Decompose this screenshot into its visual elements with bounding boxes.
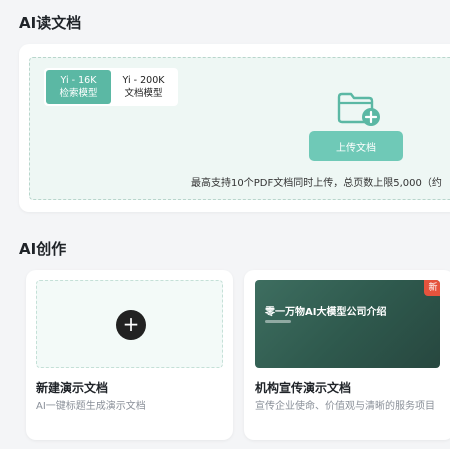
card-desc: 宣传企业使命、价值观与清晰的服务项目: [255, 401, 435, 412]
new-presentation-thumb: +: [36, 280, 223, 368]
org-promo-card[interactable]: 零一万物AI大模型公司介绍 新 机构宣传演示文档 宣传企业使命、价值观与清晰的服…: [244, 270, 450, 440]
model-name: Yi - 200K: [122, 75, 165, 86]
card-desc: AI一键标题生成演示文档: [36, 401, 146, 412]
model-switch: Yi - 16K 检索模型 Yi - 200K 文档模型: [44, 68, 178, 106]
model-desc: 文档模型: [124, 88, 163, 99]
upload-button[interactable]: 上传文档: [309, 131, 403, 161]
model-desc: 检索模型: [59, 88, 98, 99]
thumb-subtitle-line: [265, 320, 291, 323]
card-title: 新建演示文档: [36, 381, 109, 395]
new-presentation-card[interactable]: + 新建演示文档 AI一键标题生成演示文档: [26, 270, 233, 440]
ai-create-title: AI创作: [19, 240, 67, 258]
model-option-200k[interactable]: Yi - 200K 文档模型: [111, 70, 176, 104]
ai-read-docs-title: AI读文档: [19, 14, 82, 32]
model-option-16k[interactable]: Yi - 16K 检索模型: [46, 70, 111, 104]
folder-plus-icon: [336, 89, 382, 127]
new-badge: 新: [424, 280, 440, 296]
model-name: Yi - 16K: [60, 75, 97, 86]
plus-icon[interactable]: +: [116, 310, 146, 340]
upload-hint: 最高支持10个PDF文档同时上传，总页数上限5,000（约: [191, 178, 442, 189]
thumb-title: 零一万物AI大模型公司介绍: [265, 307, 387, 318]
upload-dropzone[interactable]: Yi - 16K 检索模型 Yi - 200K 文档模型 上传文档 最高支持10…: [29, 57, 450, 200]
promo-template-thumb: 零一万物AI大模型公司介绍 新: [255, 280, 440, 368]
upload-card: Yi - 16K 检索模型 Yi - 200K 文档模型 上传文档 最高支持10…: [19, 44, 450, 212]
card-title: 机构宣传演示文档: [255, 381, 352, 395]
